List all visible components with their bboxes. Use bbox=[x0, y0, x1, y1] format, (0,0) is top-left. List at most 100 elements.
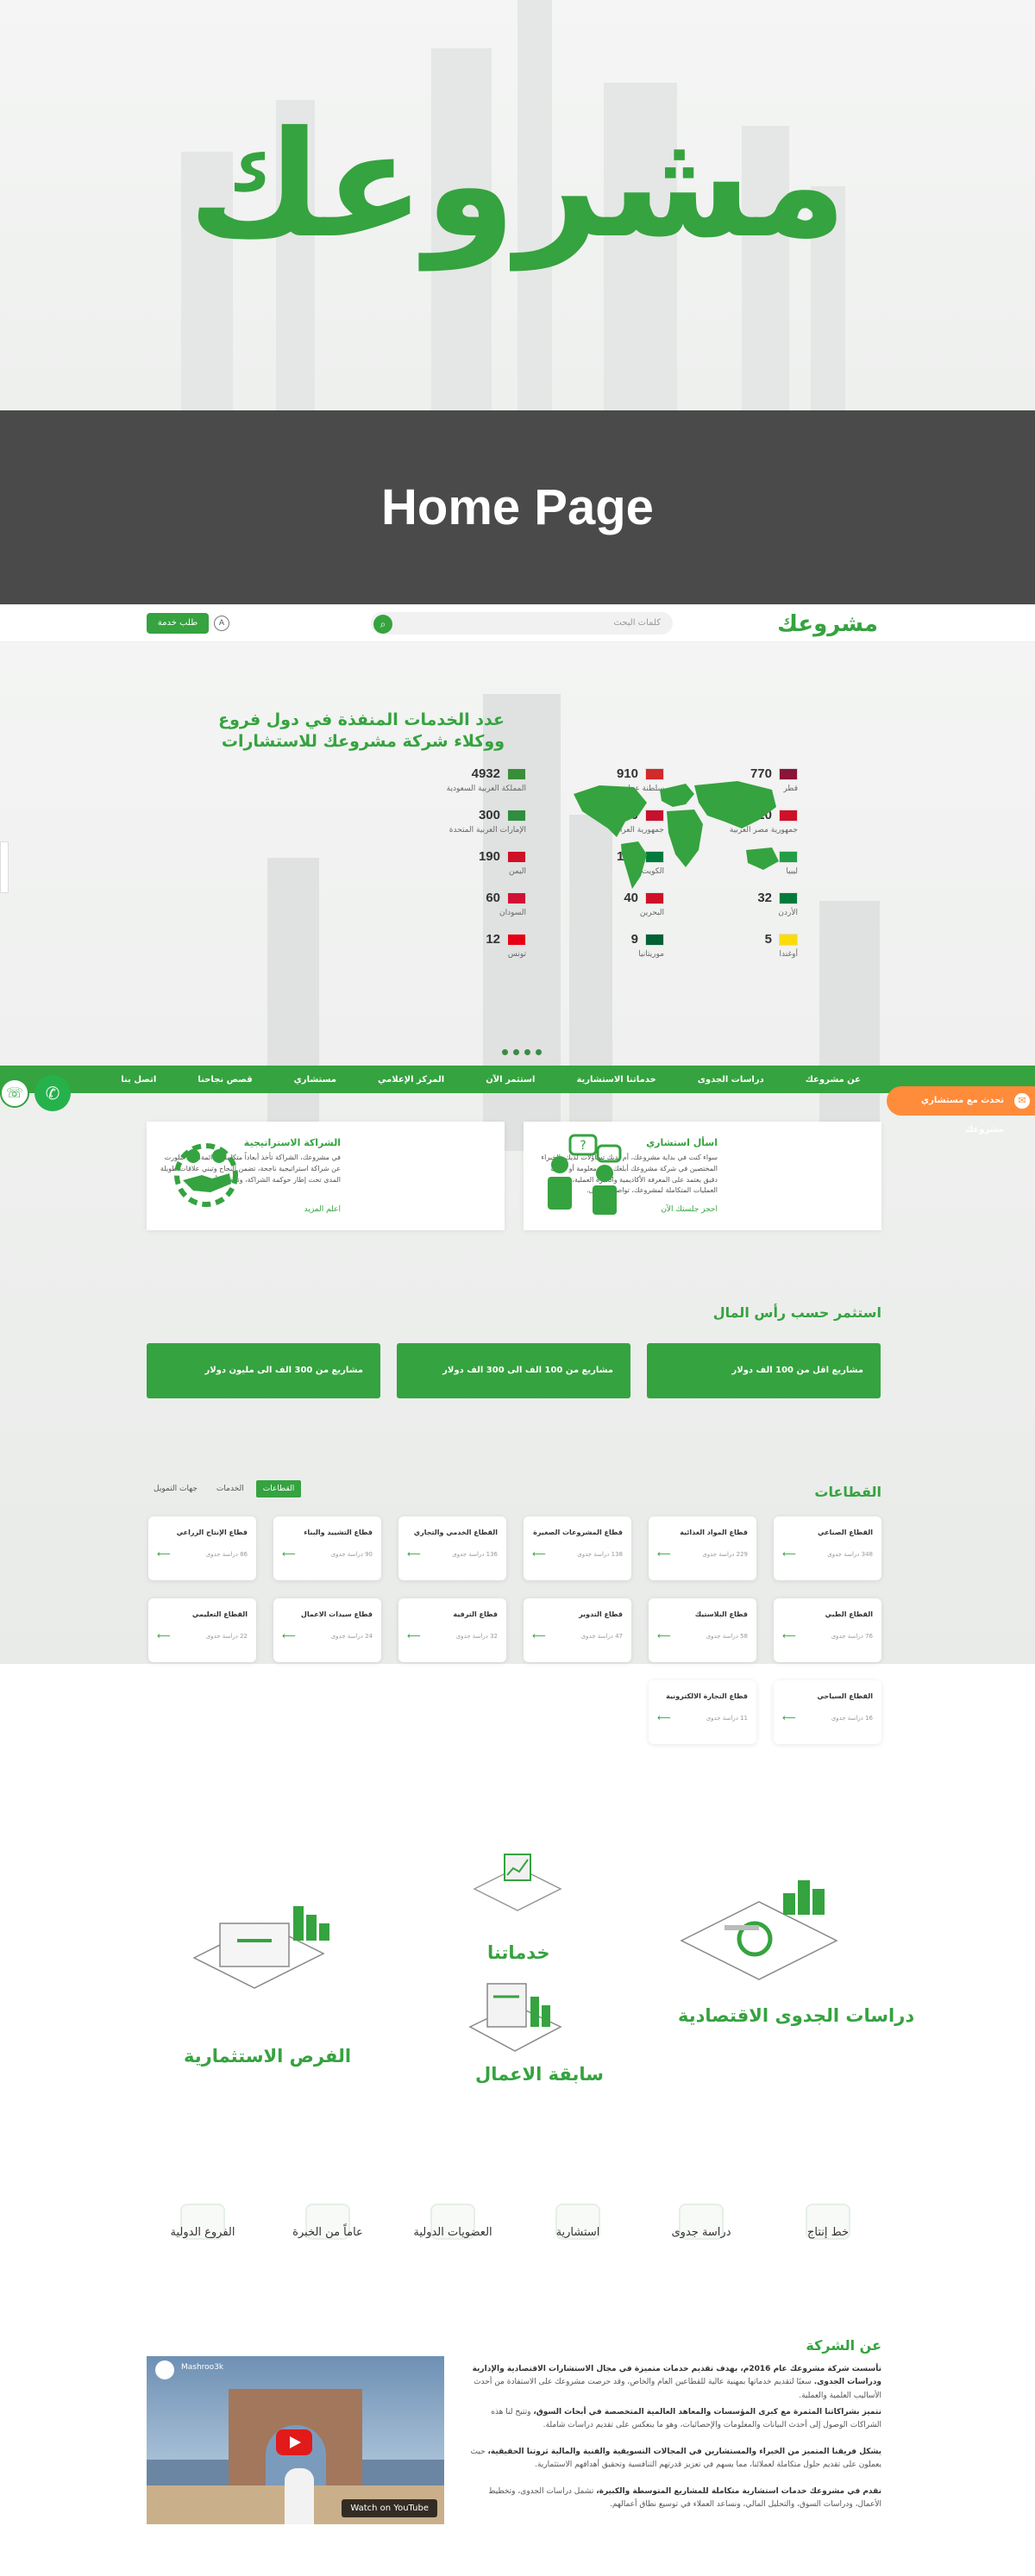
stat-number: 300 bbox=[478, 808, 500, 822]
opportunities-illustration bbox=[192, 1906, 329, 1989]
sector-card[interactable]: قطاع البلاستيك 58 دراسة جدوى ⟵ bbox=[649, 1598, 756, 1662]
country-stat: 9 موريتانيا bbox=[535, 932, 664, 965]
feature-label: استشارية bbox=[555, 2226, 600, 2239]
search-input[interactable]: كلمات البحث bbox=[371, 612, 673, 635]
about-paragraph: نقدم في مشروعك خدمات استشارية متكاملة لل… bbox=[463, 2485, 881, 2512]
feature-consultations: استشارية bbox=[526, 2204, 630, 2264]
main-nav: عن مشروعك دراسات الجدوى خدماتنا الاستشارية… bbox=[0, 1066, 1035, 1093]
learn-more-link[interactable]: اعلم المزيد bbox=[304, 1205, 341, 1214]
language-icon[interactable]: A bbox=[214, 616, 229, 631]
arrow-left-icon: ⟵ bbox=[157, 1548, 171, 1560]
sector-card[interactable]: قطاع الإنتاج الزراعي 86 دراسة جدوى ⟵ bbox=[148, 1516, 256, 1580]
sector-count: 58 دراسة جدوى bbox=[706, 1633, 748, 1640]
tab-funding[interactable]: جهات التمويل bbox=[147, 1480, 204, 1497]
request-service-button[interactable]: طلب خدمة bbox=[147, 613, 209, 634]
sector-count: 348 دراسة جدوى bbox=[827, 1551, 873, 1558]
about-title: عن الشركة bbox=[806, 2337, 881, 2354]
sector-count: 22 دراسة جدوى bbox=[205, 1633, 248, 1640]
video-player[interactable]: Mashroo3k Watch on YouTube bbox=[147, 2356, 444, 2524]
about-lead: نتميز بشراكاتنا المثمرة مع كبرى المؤسسات… bbox=[533, 2408, 881, 2417]
invest-100k-300k-button[interactable]: مشاريع من 100 الف الى 300 الف دولار bbox=[397, 1343, 630, 1398]
feasibility-studies-label[interactable]: دراسات الجدوى الاقتصادية bbox=[678, 2005, 914, 2026]
sector-card[interactable]: القطاع السياحي 16 دراسة جدوى ⟵ bbox=[774, 1680, 881, 1744]
sector-card[interactable]: قطاع الترفية 32 دراسة جدوى ⟵ bbox=[398, 1598, 506, 1662]
country-stat: 4932 المملكة العربية السعودية bbox=[397, 766, 526, 799]
investment-opportunities-label[interactable]: الفرص الاستثمارية bbox=[184, 2046, 351, 2066]
sector-card[interactable]: قطاع المشروعات الصغيرة 138 دراسة جدوى ⟵ bbox=[524, 1516, 631, 1580]
arrow-left-icon: ⟵ bbox=[782, 1712, 796, 1723]
services-label[interactable]: خدماتنا bbox=[487, 1942, 550, 1963]
book-session-link[interactable]: احجز جلستك الآن bbox=[661, 1205, 718, 1214]
sector-card[interactable]: القطاع التعليمي 22 دراسة جدوى ⟵ bbox=[148, 1598, 256, 1662]
sector-card[interactable]: قطاع سيدات الاعمال 24 دراسة جدوى ⟵ bbox=[273, 1598, 381, 1662]
arrow-left-icon: ⟵ bbox=[282, 1548, 296, 1560]
arrow-left-icon: ⟵ bbox=[407, 1630, 421, 1641]
nav-item[interactable]: عن مشروعك bbox=[785, 1075, 881, 1085]
social-sidebar[interactable] bbox=[0, 841, 9, 893]
flag-icon bbox=[507, 934, 526, 946]
play-button-icon[interactable] bbox=[276, 2429, 312, 2455]
feature-label: دراسة جدوى bbox=[671, 2226, 731, 2239]
phone-icon[interactable]: ☏ bbox=[0, 1079, 29, 1108]
nav-item[interactable]: اتصل بنا bbox=[100, 1075, 177, 1085]
invest-300k-1m-button[interactable]: مشاريع من 300 الف الى مليون دولار bbox=[147, 1343, 380, 1398]
flag-icon bbox=[507, 892, 526, 904]
card-title: الشراكة الاستراتيجية bbox=[243, 1137, 341, 1148]
feature-international-branches: الفروع الدولية bbox=[151, 2204, 254, 2264]
country-stat: 190 اليمن bbox=[397, 849, 526, 882]
chat-with-consultant-button[interactable]: ✉ تحدث مع مستشاري مشروعك bbox=[887, 1086, 1035, 1135]
nav-item[interactable]: المركز الإعلامي bbox=[357, 1075, 465, 1085]
arrow-left-icon: ⟵ bbox=[282, 1630, 296, 1641]
watch-on-youtube-button[interactable]: Watch on YouTube bbox=[342, 2499, 437, 2517]
nav-item[interactable]: استثمر الآن bbox=[465, 1075, 555, 1085]
sector-count: 229 دراسة جدوى bbox=[702, 1551, 748, 1558]
sector-card[interactable]: القطاع الخدمي والتجاري 136 دراسة جدوى ⟵ bbox=[398, 1516, 506, 1580]
sector-name: قطاع التشييد والبناء bbox=[304, 1529, 373, 1536]
feature-label: عاماً من الخبرة bbox=[292, 2226, 363, 2239]
country-name: اليمن bbox=[508, 867, 526, 876]
feature-feasibility-studies: دراسة جدوى bbox=[649, 2204, 753, 2264]
tab-sectors[interactable]: القطاعات bbox=[255, 1480, 302, 1497]
nav-item[interactable]: دراسات الجدوى bbox=[677, 1075, 785, 1085]
skyline-building bbox=[267, 858, 319, 1151]
tab-services[interactable]: الخدمات bbox=[210, 1480, 251, 1497]
feature-label: خط إنتاج bbox=[806, 2226, 849, 2239]
sector-count: 11 دراسة جدوى bbox=[706, 1715, 748, 1722]
whatsapp-icon[interactable]: ✆ bbox=[34, 1075, 71, 1111]
arrow-left-icon: ⟵ bbox=[657, 1548, 671, 1560]
invest-under-100k-button[interactable]: مشاريع اقل من 100 الف دولار bbox=[647, 1343, 881, 1398]
sector-card[interactable]: قطاع التدوير 47 دراسة جدوى ⟵ bbox=[524, 1598, 631, 1662]
sector-count: 76 دراسة جدوى bbox=[831, 1633, 873, 1640]
section-band: Home Page bbox=[0, 410, 1035, 604]
portfolio-label[interactable]: سابقة الاعمال bbox=[475, 2064, 604, 2085]
search-icon[interactable]: ⌕ bbox=[373, 615, 392, 634]
feature-label: العضويات الدولية bbox=[413, 2226, 492, 2239]
stats-title-line: عدد الخدمات المنفذة في دول فروع bbox=[218, 710, 505, 729]
stat-number: 190 bbox=[478, 849, 500, 864]
country-stat: 12 تونس bbox=[397, 932, 526, 965]
sector-count: 24 دراسة جدوى bbox=[330, 1633, 373, 1640]
sector-name: قطاع البلاستيك bbox=[694, 1610, 748, 1618]
sector-card[interactable]: قطاع المواد الغذائية 229 دراسة جدوى ⟵ bbox=[649, 1516, 756, 1580]
arrow-left-icon: ⟵ bbox=[157, 1630, 171, 1641]
strategic-partnership-card: الشراكة الاستراتيجية في مشروعك، الشراكة … bbox=[147, 1122, 505, 1230]
sector-name: قطاع الترفية bbox=[453, 1610, 498, 1618]
sector-count: 16 دراسة جدوى bbox=[831, 1715, 873, 1722]
sector-name: قطاع سيدات الاعمال bbox=[300, 1610, 373, 1618]
nav-item[interactable]: خدماتنا الاستشارية bbox=[555, 1075, 676, 1085]
site-logo[interactable]: مشروعك bbox=[777, 611, 878, 637]
carousel-dots[interactable] bbox=[502, 1049, 542, 1055]
nav-item[interactable]: قصص نجاحنا bbox=[177, 1075, 273, 1085]
country-name: الإمارات العربية المتحدة bbox=[448, 826, 526, 835]
nav-item[interactable]: مستشاري bbox=[273, 1075, 357, 1085]
country-stat: 300 الإمارات العربية المتحدة bbox=[397, 808, 526, 841]
sector-card[interactable]: القطاع الصناعي 348 دراسة جدوى ⟵ bbox=[774, 1516, 881, 1580]
arrow-left-icon: ⟵ bbox=[657, 1712, 671, 1723]
sector-card[interactable]: قطاع التشييد والبناء 90 دراسة جدوى ⟵ bbox=[273, 1516, 381, 1580]
sector-card[interactable]: قطاع التجارة الالكترونية 11 دراسة جدوى ⟵ bbox=[649, 1680, 756, 1744]
arrow-left-icon: ⟵ bbox=[657, 1630, 671, 1641]
feature-production-lines: خط إنتاج bbox=[776, 2204, 880, 2264]
sector-count: 138 دراسة جدوى bbox=[577, 1551, 623, 1558]
sector-card[interactable]: القطاع الطبي 76 دراسة جدوى ⟵ bbox=[774, 1598, 881, 1662]
sector-count: 47 دراسة جدوى bbox=[580, 1633, 623, 1640]
